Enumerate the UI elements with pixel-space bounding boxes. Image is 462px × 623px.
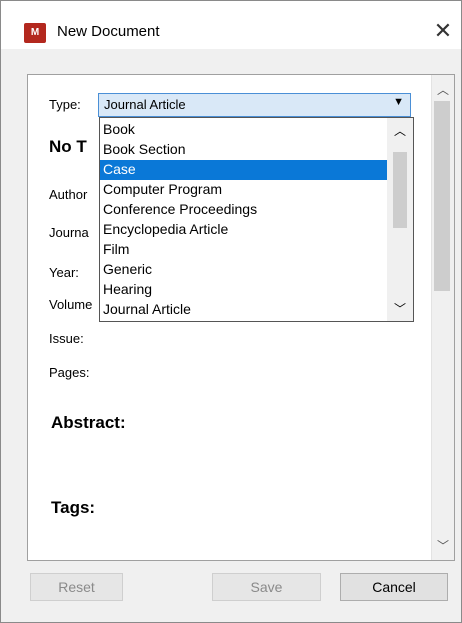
issue-label: Issue: — [49, 331, 84, 346]
dropdown-option-book[interactable]: Book — [100, 120, 387, 140]
scroll-up-icon[interactable]: ︿ — [432, 81, 454, 98]
chevron-down-icon[interactable]: ▼ — [393, 96, 404, 108]
cancel-button[interactable]: Cancel — [340, 573, 448, 601]
volume-label: Volume — [49, 297, 93, 312]
panel-scrollbar-thumb[interactable] — [434, 101, 450, 291]
dropdown-option-journal-article[interactable]: Journal Article — [100, 300, 387, 320]
type-select-value: Journal Article — [104, 97, 186, 112]
scroll-down-icon[interactable]: ﹀ — [432, 537, 454, 554]
dropdown-option-generic[interactable]: Generic — [100, 260, 387, 280]
document-title: No T — [49, 137, 87, 156]
new-document-dialog: M New Document ✕ Type: Journal Article ▼… — [0, 0, 462, 623]
dropdown-option-computer-program[interactable]: Computer Program — [100, 180, 387, 200]
dropdown-option-case[interactable]: Case — [100, 160, 387, 180]
authors-label: Author — [49, 187, 88, 202]
dropdown-scrollbar-thumb[interactable] — [393, 152, 407, 228]
dropdown-option-book-section[interactable]: Book Section — [100, 140, 387, 160]
journal-label: Journa — [49, 225, 89, 240]
title-bar[interactable]: M New Document ✕ — [1, 1, 461, 49]
year-label: Year: — [49, 265, 79, 280]
chevron-up-icon[interactable]: ︿ — [387, 122, 413, 139]
app-logo-icon: M — [24, 23, 46, 43]
pages-label: Pages: — [49, 365, 90, 380]
type-select[interactable]: Journal Article ▼ — [98, 93, 411, 117]
type-label: Type: — [49, 97, 81, 112]
reset-button[interactable]: Reset — [30, 573, 123, 601]
panel-scrollbar[interactable]: ︿ ﹀ — [431, 75, 454, 560]
chevron-down-icon[interactable]: ﹀ — [387, 300, 413, 317]
dialog-title: New Document — [57, 23, 160, 40]
close-button[interactable]: ✕ — [425, 13, 461, 49]
form-panel: Type: Journal Article ▼ No T Author Jour… — [27, 74, 455, 561]
dropdown-option-film[interactable]: Film — [100, 240, 387, 260]
tags-heading: Tags: — [51, 498, 96, 517]
dropdown-option-encyclopedia-article[interactable]: Encyclopedia Article — [100, 220, 387, 240]
abstract-heading: Abstract: — [51, 413, 126, 432]
dropdown-option-hearing[interactable]: Hearing — [100, 280, 387, 300]
dropdown-scrollbar[interactable]: ︿ ﹀ — [387, 118, 413, 321]
dropdown-option-conference-proceedings[interactable]: Conference Proceedings — [100, 200, 387, 220]
type-dropdown-list[interactable]: Book Book Section Case Computer Program … — [99, 117, 414, 322]
save-button[interactable]: Save — [212, 573, 321, 601]
